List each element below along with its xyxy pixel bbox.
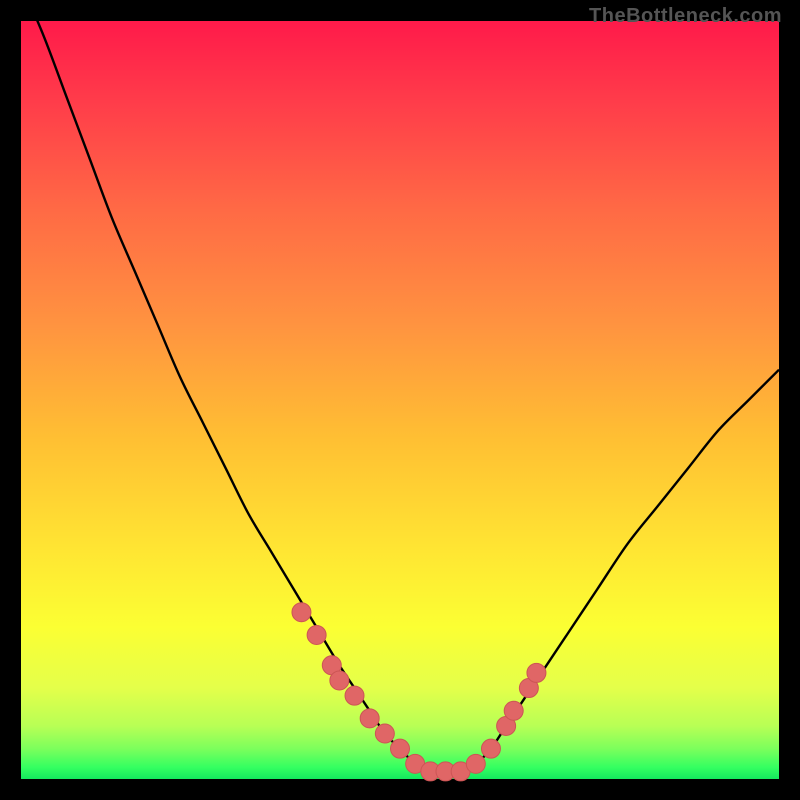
highlight-dot bbox=[345, 686, 364, 705]
highlight-dot bbox=[360, 709, 379, 728]
gradient-background bbox=[21, 21, 779, 779]
bottleneck-chart bbox=[0, 0, 800, 800]
highlight-dot bbox=[391, 739, 410, 758]
highlight-dot bbox=[481, 739, 500, 758]
highlight-dot bbox=[330, 671, 349, 690]
chart-container: TheBottleneck.com bbox=[0, 0, 800, 800]
highlight-dot bbox=[292, 603, 311, 622]
highlight-dot bbox=[307, 625, 326, 644]
highlight-dot bbox=[527, 663, 546, 682]
highlight-dot bbox=[504, 701, 523, 720]
highlight-dot bbox=[375, 724, 394, 743]
highlight-dot bbox=[466, 754, 485, 773]
watermark-label: TheBottleneck.com bbox=[589, 5, 782, 28]
